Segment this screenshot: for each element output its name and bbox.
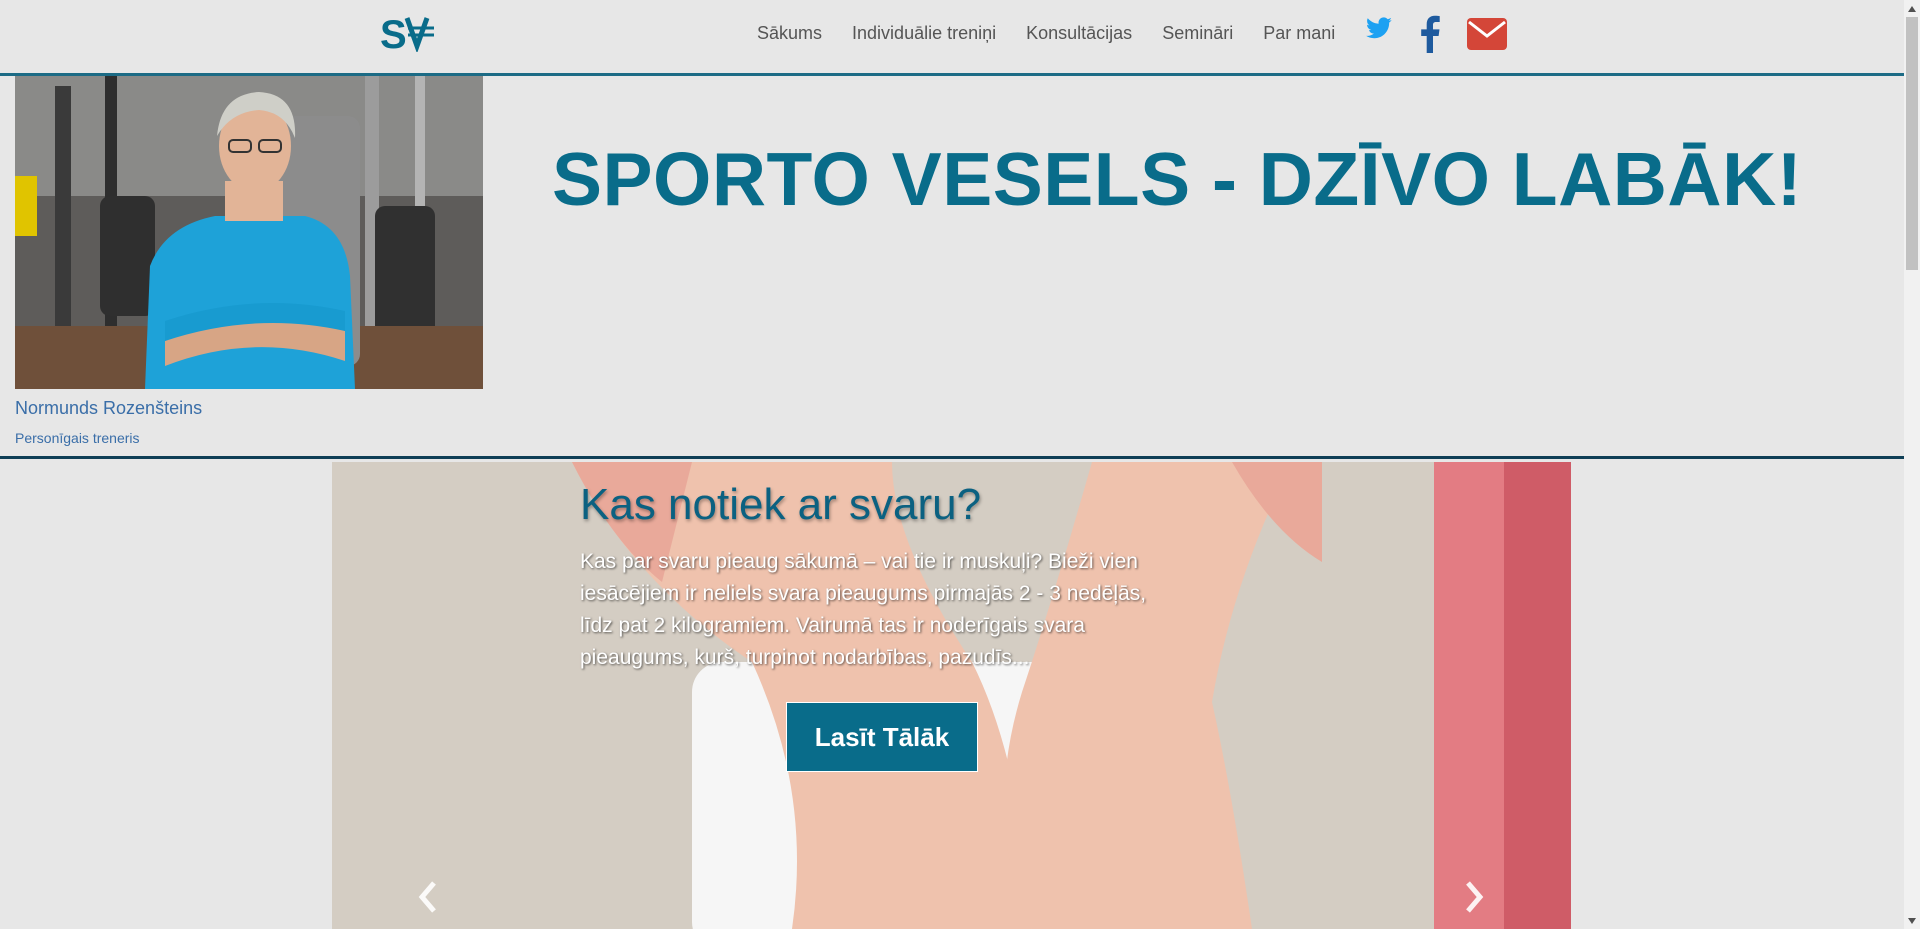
nav-link-konsultacijas[interactable]: Konsultācijas: [1026, 22, 1132, 44]
nav-link-sakums[interactable]: Sākums: [757, 22, 822, 44]
trainer-role: Personīgais treneris: [15, 430, 140, 446]
nav-link-par-mani[interactable]: Par mani: [1263, 22, 1335, 44]
top-navbar: S Sākums Individuālie treniņi Konsultāci…: [0, 0, 1904, 76]
page-headline: SPORTO VESELS - DZĪVO LABĀK!: [552, 137, 1803, 221]
facebook-icon[interactable]: [1418, 14, 1442, 54]
scroll-up-arrow-icon[interactable]: [1904, 0, 1920, 17]
nav-link-seminari[interactable]: Semināri: [1162, 22, 1233, 44]
nav-menu: Sākums Individuālie treniņi Konsultācija…: [757, 22, 1365, 44]
twitter-icon[interactable]: [1364, 14, 1394, 44]
hero-carousel: Kas notiek ar svaru? Kas par svaru pieau…: [332, 462, 1571, 929]
chevron-right-icon[interactable]: [1454, 867, 1494, 927]
hero-header: Normunds Rozenšteins Personīgais treneri…: [0, 76, 1904, 459]
chevron-left-icon[interactable]: [408, 867, 448, 927]
page-scrollbar[interactable]: [1904, 0, 1920, 929]
carousel-slide-image: [332, 462, 1571, 929]
carousel-slide-title: Kas notiek ar svaru?: [580, 480, 982, 529]
svg-text:S: S: [380, 13, 407, 52]
scrollbar-thumb[interactable]: [1906, 17, 1918, 270]
envelope-icon[interactable]: [1466, 16, 1508, 52]
scroll-down-arrow-icon[interactable]: [1904, 912, 1920, 929]
read-more-button[interactable]: Lasīt Tālāk: [786, 702, 978, 772]
trainer-name[interactable]: Normunds Rozenšteins: [15, 398, 202, 419]
carousel-slide-text: Kas par svaru pieaug sākumā – vai tie ir…: [580, 550, 1147, 669]
nav-link-individualie-trenini[interactable]: Individuālie treniņi: [852, 22, 996, 44]
trainer-photo: [15, 76, 483, 389]
sv-logo-icon[interactable]: S: [380, 12, 436, 57]
